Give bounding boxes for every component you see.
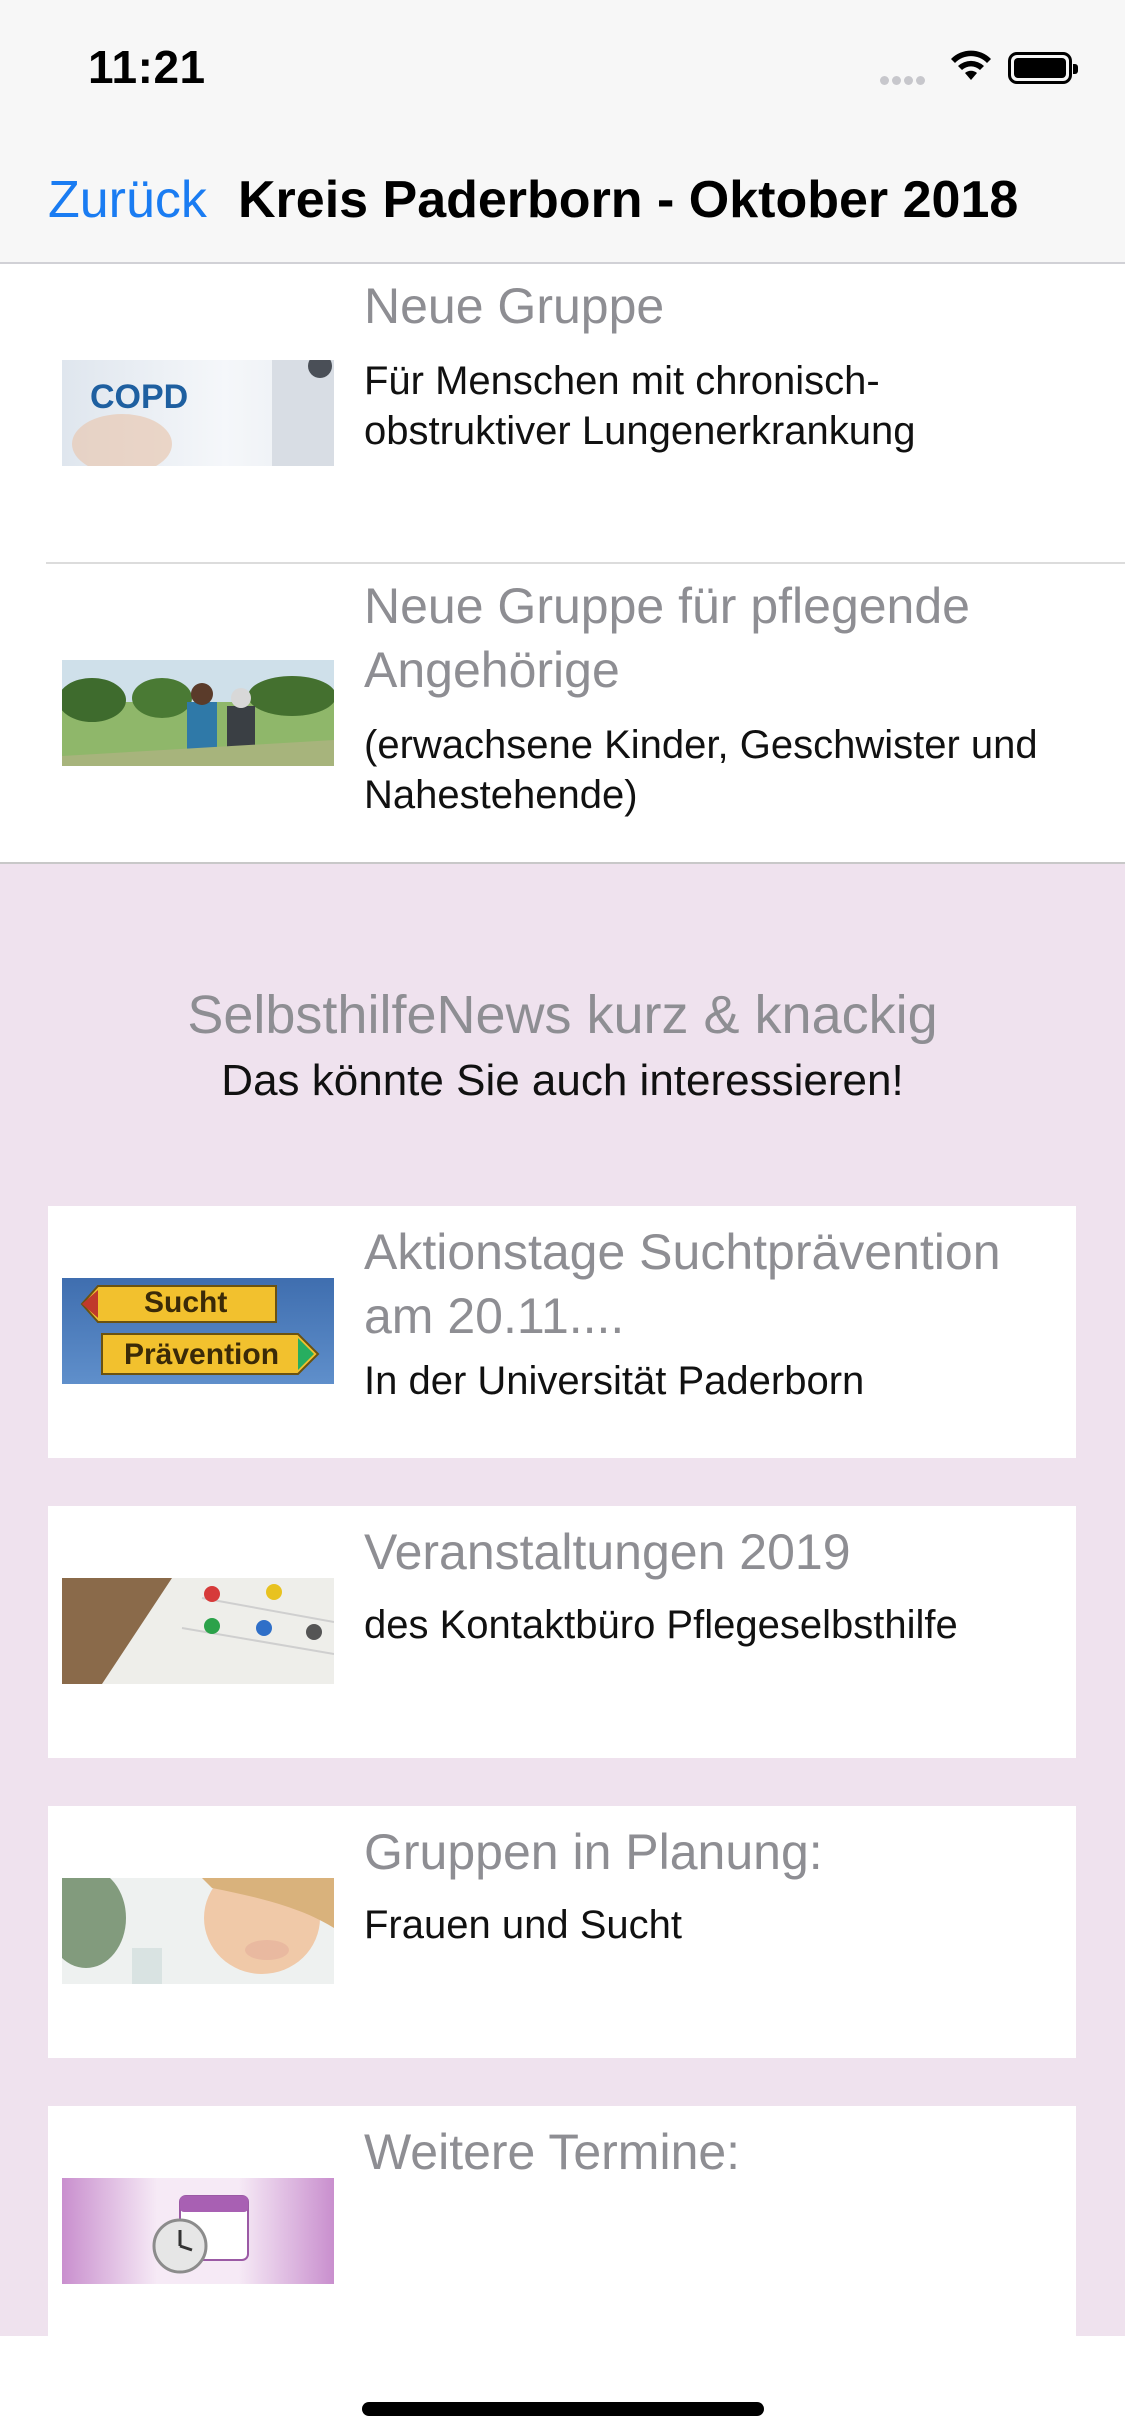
status-time: 11:21 (88, 41, 206, 93)
list-item[interactable]: COPD Neue Gruppe Für Menschen mit chroni… (0, 264, 1125, 564)
calendar-pins-image (62, 1578, 334, 1684)
card-title: Aktionstage Suchtprävention am 20.11.... (364, 1224, 1001, 1344)
item-description: (erwachsene Kinder, Geschwister und Nahe… (364, 723, 1038, 817)
page-title: Kreis Paderborn - Oktober 2018 (238, 171, 1019, 229)
battery-icon (1008, 52, 1078, 84)
home-indicator-area (0, 2336, 1125, 2436)
back-button[interactable]: Zurück (48, 170, 207, 230)
card-title: Gruppen in Planung: (364, 1824, 823, 1880)
copd-label: COPD (90, 378, 189, 416)
status-bar: 11:21 (0, 0, 1125, 132)
news-card[interactable]: Weitere Termine: (48, 2106, 1076, 2336)
card-title: Weitere Termine: (364, 2124, 741, 2180)
navigation-bar: Zurück Kreis Paderborn - Oktober 2018 (0, 132, 1125, 264)
news-card[interactable]: Veranstaltungen 2019 des Kontaktbüro Pfl… (48, 1506, 1076, 1758)
calendar-clock-image (62, 2178, 334, 2284)
list-item[interactable]: Neue Gruppe für pflegende Angehörige (er… (0, 564, 1125, 864)
card-description: In der Universität Paderborn (364, 1359, 865, 1403)
card-title: Veranstaltungen 2019 (364, 1524, 851, 1580)
item-title: Neue Gruppe für pflegende Angehörige (364, 578, 970, 698)
home-indicator[interactable] (362, 2402, 764, 2416)
card-description: Frauen und Sucht (364, 1903, 682, 1947)
sign-text-bottom: Prävention (124, 1338, 280, 1371)
cellular-signal-icon (880, 72, 928, 90)
news-section: SelbsthilfeNews kurz & knackig Das könnt… (0, 864, 1125, 2336)
news-title: SelbsthilfeNews kurz & knackig (187, 985, 938, 1045)
news-card[interactable]: Sucht Prävention Aktionstage Suchtpräven… (48, 1206, 1076, 1458)
sign-text-top: Sucht (144, 1286, 228, 1319)
card-description: des Kontaktbüro Pflegeselbsthilfe (364, 1603, 958, 1647)
wifi-icon (951, 50, 991, 80)
item-title: Neue Gruppe (364, 278, 665, 334)
content-scroll[interactable]: COPD Neue Gruppe Für Menschen mit chroni… (0, 264, 1125, 2336)
caregivers-image (62, 660, 334, 766)
woman-image (62, 1878, 334, 1984)
news-card[interactable]: Gruppen in Planung: Frauen und Sucht (48, 1806, 1076, 2058)
copd-image: COPD (62, 360, 334, 466)
item-description: Für Menschen mit chronisch-obstruktiver … (364, 359, 916, 453)
group-list: COPD Neue Gruppe Für Menschen mit chroni… (0, 264, 1125, 864)
news-subtitle: Das könnte Sie auch interessieren! (221, 1056, 904, 1105)
signpost-image: Sucht Prävention (62, 1278, 334, 1384)
